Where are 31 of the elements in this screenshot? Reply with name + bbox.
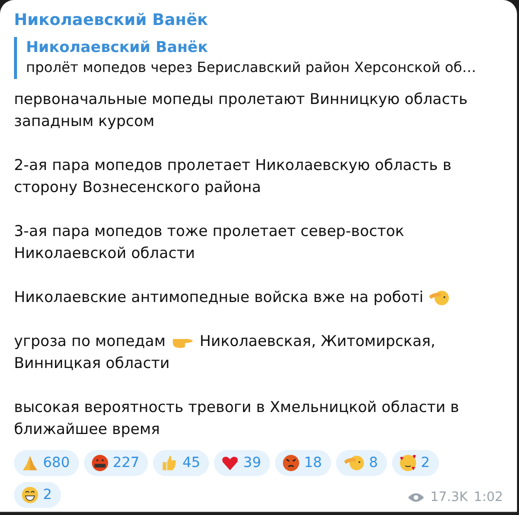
saluting-face-icon [342,454,365,472]
eye-icon [408,492,424,503]
message-text: 3-ая пара мопедов тоже пролетает север-восток Николаевской области [14,222,404,262]
reaction-button[interactable]: 45 [153,450,210,476]
reply-quote[interactable]: Николаевский Ванёк пролёт мопедов через Бериславский район Херсонской об… [14,37,503,79]
reaction-button[interactable]: 680 [14,450,79,476]
reply-author: Николаевский Ванёк [26,37,209,58]
reaction-button[interactable]: 2 [14,482,61,508]
reaction-button[interactable]: 2 [392,450,439,476]
grin-emoji-icon [21,486,39,504]
hearts-emoji-icon [398,454,417,472]
message-text: Николаевские антимопедные войска вже на роботі [14,287,424,308]
message-text: высокая вероятность тревоги в Хмельницкой области в ближайшее время [14,398,460,438]
reaction-button[interactable]: 39 [214,450,270,476]
saluting-face-icon [428,288,450,307]
reaction-button[interactable]: 227 [84,450,148,476]
thumbs-up-icon [160,454,178,472]
reaction-button[interactable]: 18 [275,450,331,476]
message-text: Винницкая области [14,353,170,374]
heart-icon [221,454,240,472]
view-count: 17.3K [430,490,468,505]
reaction-button[interactable]: 8 [336,450,387,476]
message-text: Николаевская, Житомирская, [200,331,436,352]
cursing-emoji-icon [90,454,109,472]
message-time: 1:02 [474,490,503,505]
angry-emoji-icon [282,454,300,472]
channel-name[interactable]: Николаевский Ванёк [14,9,503,31]
message-text: первоначальные мопеды пролетают Винницкую область западным курсом [14,90,468,130]
message-text: 2-ая пара мопедов пролетает Николаевскую область в сторону Вознесенского района [14,156,452,196]
reply-text: пролёт мопедов через Бериславский район Херсонской об… [26,59,478,78]
message-text: угроза по мопедам [14,331,166,352]
